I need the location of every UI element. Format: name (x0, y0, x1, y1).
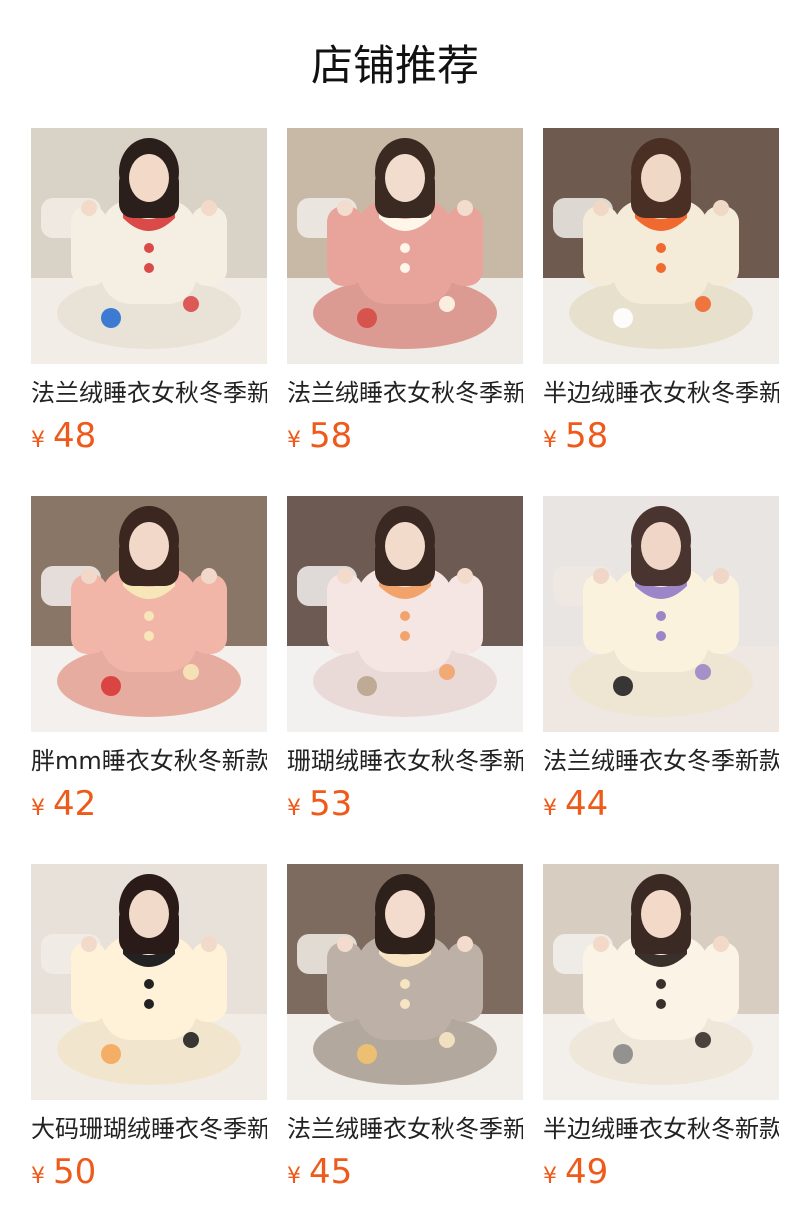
price-amount: 42 (53, 784, 97, 824)
currency-symbol: ¥ (287, 428, 301, 453)
product-photo (543, 864, 779, 1100)
product-photo (543, 496, 779, 732)
product-name[interactable]: 法兰绒睡衣女秋冬季新款 (31, 376, 267, 410)
currency-symbol: ¥ (31, 796, 45, 821)
product-name[interactable]: 半边绒睡衣女秋冬季新款 (543, 376, 779, 410)
currency-symbol: ¥ (543, 1164, 557, 1189)
product-name[interactable]: 法兰绒睡衣女秋冬季新款 (287, 376, 523, 410)
product-card[interactable]: 法兰绒睡衣女秋冬季新款 ¥48 (31, 128, 267, 458)
product-name[interactable]: 法兰绒睡衣女秋冬季新款 (287, 1112, 523, 1146)
product-price: ¥42 (31, 782, 96, 826)
product-photo (31, 128, 267, 364)
product-image[interactable] (543, 864, 779, 1100)
product-name[interactable]: 珊瑚绒睡衣女秋冬季新款 (287, 744, 523, 778)
product-price: ¥45 (287, 1150, 352, 1194)
product-photo (31, 496, 267, 732)
product-card[interactable]: 法兰绒睡衣女秋冬季新款 ¥45 (287, 864, 523, 1194)
product-image[interactable] (543, 128, 779, 364)
product-image[interactable] (287, 128, 523, 364)
product-image[interactable] (31, 496, 267, 732)
product-price: ¥50 (31, 1150, 96, 1194)
price-amount: 44 (565, 784, 609, 824)
product-price: ¥49 (543, 1150, 608, 1194)
product-name[interactable]: 大码珊瑚绒睡衣冬季新款 (31, 1112, 267, 1146)
product-name[interactable]: 半边绒睡衣女秋冬新款 (543, 1112, 779, 1146)
currency-symbol: ¥ (31, 428, 45, 453)
product-card[interactable]: 法兰绒睡衣女秋冬季新款 ¥58 (287, 128, 523, 458)
product-price: ¥48 (31, 414, 96, 458)
product-price: ¥44 (543, 782, 608, 826)
price-amount: 58 (309, 416, 353, 456)
product-price: ¥58 (287, 414, 352, 458)
price-amount: 45 (309, 1152, 353, 1192)
product-card[interactable]: 法兰绒睡衣女冬季新款 ¥44 (543, 496, 779, 826)
currency-symbol: ¥ (287, 1164, 301, 1189)
product-photo (287, 128, 523, 364)
product-image[interactable] (287, 864, 523, 1100)
product-photo (543, 128, 779, 364)
currency-symbol: ¥ (543, 428, 557, 453)
product-image[interactable] (31, 864, 267, 1100)
product-card[interactable]: 半边绒睡衣女秋冬新款 ¥49 (543, 864, 779, 1194)
price-amount: 58 (565, 416, 609, 456)
product-photo (31, 864, 267, 1100)
product-photo (287, 496, 523, 732)
product-card[interactable]: 大码珊瑚绒睡衣冬季新款 ¥50 (31, 864, 267, 1194)
product-photo (287, 864, 523, 1100)
price-amount: 53 (309, 784, 353, 824)
price-amount: 48 (53, 416, 97, 456)
price-amount: 50 (53, 1152, 97, 1192)
product-card[interactable]: 胖mm睡衣女秋冬新款 ¥42 (31, 496, 267, 826)
product-name[interactable]: 胖mm睡衣女秋冬新款 (31, 744, 267, 778)
product-card[interactable]: 珊瑚绒睡衣女秋冬季新款 ¥53 (287, 496, 523, 826)
currency-symbol: ¥ (287, 796, 301, 821)
price-amount: 49 (565, 1152, 609, 1192)
product-price: ¥58 (543, 414, 608, 458)
product-image[interactable] (543, 496, 779, 732)
currency-symbol: ¥ (31, 1164, 45, 1189)
product-image[interactable] (287, 496, 523, 732)
product-price: ¥53 (287, 782, 352, 826)
product-name[interactable]: 法兰绒睡衣女冬季新款 (543, 744, 779, 778)
product-image[interactable] (31, 128, 267, 364)
page-title: 店铺推荐 (310, 41, 479, 90)
product-card[interactable]: 半边绒睡衣女秋冬季新款 ¥58 (543, 128, 779, 458)
currency-symbol: ¥ (543, 796, 557, 821)
